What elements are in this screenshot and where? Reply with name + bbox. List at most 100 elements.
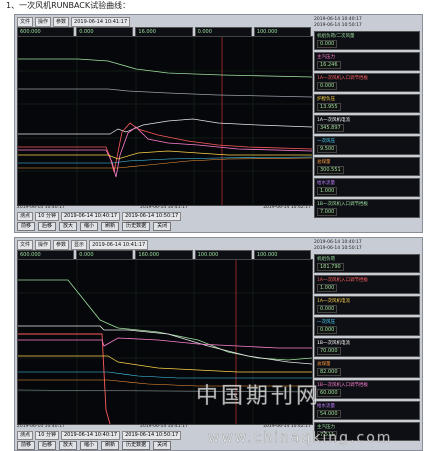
value-row: 600.000 0.000 160.000 100.000 100.000 (17, 250, 312, 260)
legend-item[interactable]: 1A一次风机入口调节挡板 0.000 (314, 73, 420, 92)
zoom-in-button[interactable]: 放大 (59, 222, 78, 231)
legend-name: 1A一次风机电流 (317, 299, 350, 304)
trend-plot[interactable] (17, 36, 313, 206)
legend-value: 1.000 (317, 284, 338, 292)
menu-operate[interactable]: 操作 (35, 239, 52, 250)
span-select[interactable]: 10 分钟 (35, 212, 59, 221)
legend-item[interactable]: 总煤量 300.551 (314, 157, 420, 176)
time-axis: 2019-06-14 10:40:17 2019-06-14 10:41:17 … (17, 205, 311, 211)
legend-item[interactable]: 1A一次风机电流 345.897 (314, 115, 420, 134)
legend-value: 181.790 (317, 263, 344, 271)
button-row: 前移 后移 放大 缩小 刷新 历史数据 关闭 (17, 222, 311, 231)
legend-item[interactable]: 1B一次风机入口调节挡板 7.000 (314, 199, 420, 218)
legend-name: 炉膛负压 (317, 97, 335, 102)
end-time-field[interactable]: 2019-06-14 10:50:17 (122, 431, 182, 440)
legend-item[interactable]: 一次风压 0.000 (314, 317, 420, 336)
legend-item[interactable]: 1B一次风机电流 70.000 (314, 338, 420, 357)
close-button[interactable]: 关闭 (153, 441, 172, 450)
legend-name: 1B一次风机入口调节挡板 (317, 202, 368, 207)
legend-item[interactable]: 总煤量 82.000 (314, 359, 420, 378)
zoom-out-button[interactable]: 缩小 (80, 441, 99, 450)
legend-list: 机组负荷/二次风量 0.000 主汽压力 16.246 1A一次风机入口调节挡板 0.00… (314, 31, 420, 218)
legend-name: 给水流量 (317, 181, 335, 186)
legend-value: 54.000 (317, 410, 341, 418)
side-time: 2019-06-14 10:50:17 (314, 23, 362, 28)
legend-name: 一次风压 (317, 139, 335, 144)
legend-item[interactable]: 1A一次风机电流 0.000 (314, 296, 420, 315)
legend-name: 一次风压 (317, 320, 335, 325)
watermark: 中国期刊网 (196, 384, 322, 410)
legend-item[interactable]: 1A一次风机入口调节挡板 1.000 (314, 275, 420, 294)
legend-value: 0.000 (317, 82, 338, 90)
history-button[interactable]: 历史数据 (122, 222, 151, 231)
legend-panel: 2019-06-14 10:40:17 2019-06-14 10:50:17 … (314, 240, 420, 448)
curve-red (18, 122, 312, 173)
legend-panel: 2019-06-14 10:40:17 2019-06-14 10:50:17 … (314, 17, 420, 230)
time-tick: 2019-06-14 10:41:17 (140, 205, 188, 210)
legend-name: 1B一次风机入口调节挡板 (317, 383, 368, 388)
legend-value: 345.897 (317, 124, 344, 132)
legend-name: 1A一次风机入口调节挡板 (317, 76, 368, 81)
trend-window-1: 文件 操作 参数 2019-06-14 10:41:17 600.000 0.0… (14, 14, 423, 233)
trend-window-2: 文件 操作 参数 显示 2019-06-14 10:41:17 600.000 … (14, 237, 423, 451)
menu-params[interactable]: 参数 (53, 16, 70, 27)
legend-name: 1A一次风机入口调节挡板 (317, 278, 368, 283)
curve-grey (18, 88, 312, 98)
legend-item[interactable]: 1B一次风机入口调节挡板 60.000 (314, 380, 420, 399)
legend-item[interactable]: 主汽压力 16.246 (314, 52, 420, 71)
legend-item[interactable]: 机组负荷/二次风量 0.000 (314, 31, 420, 50)
range-row: 测点 10 分钟 2019-06-14 10:40:17 2019-06-14 … (17, 212, 311, 221)
refresh-button[interactable]: 刷新 (101, 441, 120, 450)
legend-item[interactable]: 给水流量 54.000 (314, 401, 420, 420)
history-button[interactable]: 历史数据 (122, 441, 151, 450)
legend-item[interactable]: 机组负荷 181.790 (314, 254, 420, 273)
legend-value: 0.000 (317, 326, 338, 334)
move-back-button[interactable]: 后移 (38, 222, 57, 231)
move-forward-button[interactable]: 前移 (17, 441, 36, 450)
watermark-url: www.chinaqking.com (208, 430, 393, 447)
time-tick: 2019-06-14 10:40:17 (17, 205, 65, 210)
legend-value: 9.500 (317, 145, 338, 153)
side-time: 2019-06-14 10:50:17 (314, 246, 362, 251)
point-select[interactable]: 测点 (17, 212, 34, 221)
start-time-field[interactable]: 2019-06-14 10:40:17 (60, 431, 121, 440)
legend-value: 0.000 (317, 305, 338, 313)
curve-white (18, 118, 312, 135)
time-tick: 2019-06-14 10:41:17 (140, 424, 188, 429)
move-back-button[interactable]: 后移 (38, 441, 57, 450)
menu-display[interactable]: 显示 (71, 239, 88, 250)
zoom-out-button[interactable]: 缩小 (80, 222, 99, 231)
curve-load (18, 58, 312, 78)
start-time-field[interactable]: 2019-06-14 10:40:17 (60, 212, 121, 221)
curve-red (18, 333, 111, 424)
legend-value: 13.955 (317, 103, 341, 111)
point-select[interactable]: 测点 (17, 431, 34, 440)
refresh-button[interactable]: 刷新 (101, 222, 120, 231)
legend-value: 70.000 (317, 347, 341, 355)
menu-params[interactable]: 参数 (53, 239, 70, 250)
move-forward-button[interactable]: 前移 (17, 222, 36, 231)
menu-operate[interactable]: 操作 (35, 16, 52, 27)
close-button[interactable]: 关闭 (153, 222, 172, 231)
time-tick: 2019-06-14 10:42:17 (263, 205, 311, 210)
curve-pink (18, 337, 312, 349)
legend-value: 0.000 (317, 40, 338, 48)
curve-green (18, 279, 312, 361)
zoom-in-button[interactable]: 放大 (59, 441, 78, 450)
legend-name: 总煤量 (317, 160, 331, 165)
legend-item[interactable]: 一次风压 9.500 (314, 136, 420, 155)
trend-curves (18, 37, 312, 205)
legend-item[interactable]: 炉膛负压 13.955 (314, 94, 420, 113)
span-select[interactable]: 10 分钟 (35, 431, 59, 440)
menu-file[interactable]: 文件 (17, 16, 34, 27)
legend-name: 机组负荷/二次风量 (317, 34, 355, 39)
time-tick: 2019-06-14 10:40:17 (17, 424, 65, 429)
legend-item[interactable]: 给水流量 1.000 (314, 178, 420, 197)
menu-file[interactable]: 文件 (17, 239, 34, 250)
legend-value: 1.000 (317, 187, 338, 195)
toolbar-time: 2019-06-14 10:41:17 (89, 239, 149, 250)
legend-value: 82.000 (317, 368, 341, 376)
end-time-field[interactable]: 2019-06-14 10:50:17 (122, 212, 182, 221)
legend-name: 总煤量 (317, 362, 331, 367)
legend-name: 1B一次风机电流 (317, 341, 350, 346)
